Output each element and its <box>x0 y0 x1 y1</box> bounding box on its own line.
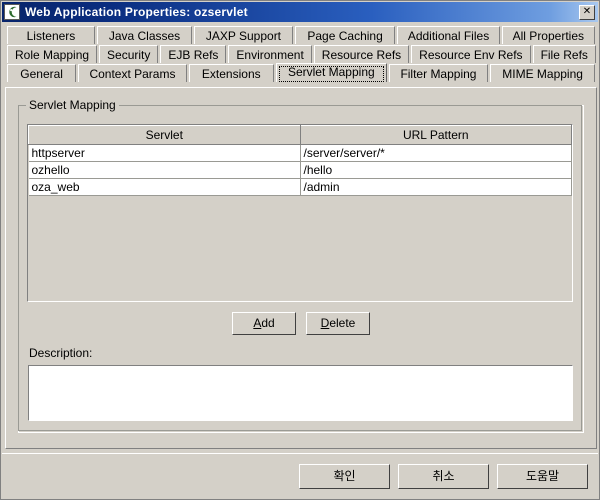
cell-url-pattern[interactable]: /server/server/* <box>300 144 572 162</box>
tab-bar-row-1: Listeners Java Classes JAXP Support Page… <box>5 25 597 45</box>
add-button[interactable]: Add <box>232 312 296 335</box>
tab-jaxp-support[interactable]: JAXP Support <box>194 26 293 44</box>
tab-context-params[interactable]: Context Params <box>78 64 187 82</box>
table-row[interactable]: oza_web /admin <box>28 178 572 196</box>
tab-role-mapping[interactable]: Role Mapping <box>7 45 98 63</box>
tab-environment[interactable]: Environment <box>228 45 312 63</box>
ok-button[interactable]: 확인 <box>299 463 390 489</box>
table-actions: Add Delete <box>18 312 584 335</box>
close-icon[interactable]: ✕ <box>579 4 595 20</box>
dialog-footer: 확인 취소 도움말 <box>2 453 598 498</box>
tab-resource-env-refs[interactable]: Resource Env Refs <box>411 45 531 63</box>
tab-listeners[interactable]: Listeners <box>7 26 95 44</box>
tab-extensions[interactable]: Extensions <box>188 64 274 82</box>
tab-page-caching[interactable]: Page Caching <box>294 26 396 44</box>
servlet-mapping-table[interactable]: Servlet URL Pattern httpserver /server/s… <box>27 124 573 302</box>
tab-filter-mapping[interactable]: Filter Mapping <box>388 64 489 82</box>
tab-servlet-mapping-label: Servlet Mapping <box>287 65 375 79</box>
cell-url-pattern[interactable]: /admin <box>300 178 572 196</box>
cancel-button[interactable]: 취소 <box>398 463 489 489</box>
cell-servlet[interactable]: oza_web <box>28 178 301 196</box>
tab-row-1: Listeners Java Classes JAXP Support Page… <box>5 25 597 44</box>
column-header-servlet[interactable]: Servlet <box>28 125 301 145</box>
help-button[interactable]: 도움말 <box>497 463 588 489</box>
tab-content-panel: Servlet Mapping Servlet URL Pattern http… <box>5 87 597 449</box>
cell-url-pattern[interactable]: /hello <box>300 161 572 179</box>
title-bar[interactable]: Web Application Properties: ozservlet ✕ <box>2 2 598 22</box>
table-grid: Servlet URL Pattern httpserver /server/s… <box>28 125 572 196</box>
tab-file-refs[interactable]: File Refs <box>532 45 596 63</box>
tab-all-properties[interactable]: All Properties <box>501 26 595 44</box>
tab-resource-refs[interactable]: Resource Refs <box>313 45 410 63</box>
tab-java-classes[interactable]: Java Classes <box>96 26 193 44</box>
description-input[interactable] <box>28 365 573 421</box>
servlet-mapping-group: Servlet Mapping Servlet URL Pattern http… <box>18 99 584 433</box>
tab-bar-row-2: Role Mapping Security EJB Refs Environme… <box>5 44 597 64</box>
tab-general[interactable]: General <box>7 64 77 82</box>
web-application-properties-dialog: Web Application Properties: ozservlet ✕ … <box>0 0 600 500</box>
table-row[interactable]: httpserver /server/server/* <box>28 144 572 162</box>
group-title: Servlet Mapping <box>26 99 119 111</box>
window-title: Web Application Properties: ozservlet <box>25 5 248 19</box>
tab-row-3: General Context Params Extensions Servle… <box>5 63 597 82</box>
tab-security[interactable]: Security <box>99 45 159 63</box>
app-window-icon <box>4 4 20 20</box>
tab-bar-row-3: General Context Params Extensions Servle… <box>5 63 597 83</box>
table-header-row: Servlet URL Pattern <box>28 125 572 145</box>
tab-additional-files[interactable]: Additional Files <box>397 26 500 44</box>
tab-servlet-mapping[interactable]: Servlet Mapping <box>275 63 387 82</box>
tab-row-2: Role Mapping Security EJB Refs Environme… <box>5 44 597 63</box>
cell-servlet[interactable]: httpserver <box>28 144 301 162</box>
table-row[interactable]: ozhello /hello <box>28 161 572 179</box>
tab-mime-mapping[interactable]: MIME Mapping <box>490 64 596 82</box>
cell-servlet[interactable]: ozhello <box>28 161 301 179</box>
delete-button[interactable]: Delete <box>306 312 370 335</box>
column-header-url-pattern[interactable]: URL Pattern <box>299 125 572 145</box>
tab-ejb-refs[interactable]: EJB Refs <box>160 45 227 63</box>
table-empty-area[interactable] <box>29 197 571 300</box>
description-label: Description: <box>29 346 93 360</box>
